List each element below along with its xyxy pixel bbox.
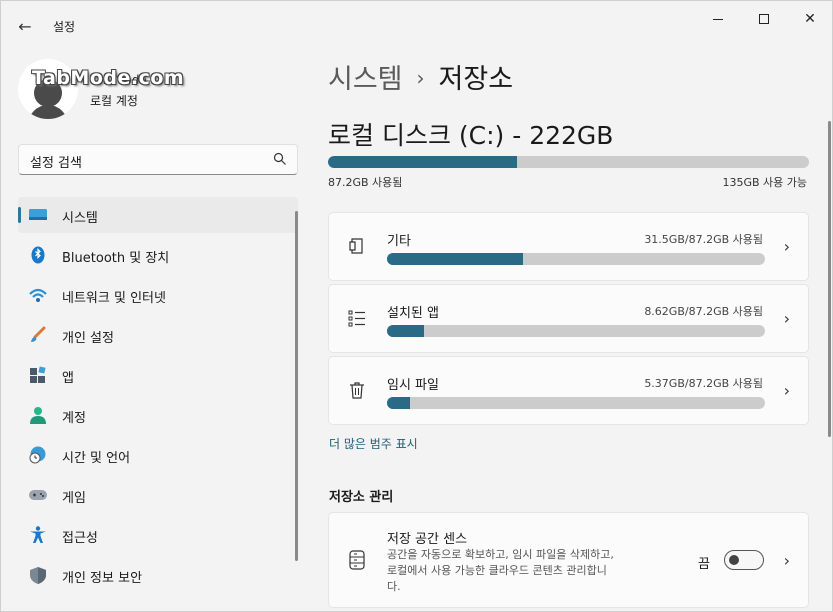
page-title: 저장소 [438,64,514,95]
sidebar-item-time-language[interactable]: 시간 및 언어 [18,437,298,473]
monitor-icon [29,209,47,220]
avatar-shoulder-icon [28,105,68,119]
storage-sense-toggle-label: 끔 [698,557,710,572]
storage-sense-card[interactable]: 저장 공간 센스 공간을 자동으로 확보하고, 임시 파일을 삭제하고, 로컬에… [328,512,809,608]
category-usage: 5.37GB/87.2GB 사용됨 [644,377,763,390]
chevron-right-icon: › [783,381,790,400]
brush-icon [31,326,46,342]
sidebar-item-label: 시간 및 언어 [62,451,131,466]
back-arrow-icon: ← [18,16,32,36]
chevron-right-icon: › [783,551,790,570]
active-indicator [18,207,21,223]
maximize-button[interactable] [741,7,787,31]
sidebar-item-personalization[interactable]: 개인 설정 [18,317,298,353]
maximize-icon [759,14,769,24]
close-button[interactable]: ✕ [787,7,833,31]
gamepad-icon [29,490,47,500]
disk-title: 로컬 디스크 (C:) - 222GB [328,121,614,150]
breadcrumb-parent[interactable]: 시스템 [328,64,403,95]
sidebar-item-privacy-security[interactable]: 개인 정보 보안 [18,557,298,593]
storage-sense-title: 저장 공간 센스 [387,532,468,547]
disk-used-label: 87.2GB 사용됨 [328,176,403,189]
sidebar-item-label: 개인 정보 보안 [62,571,143,586]
disk-usage-fill [328,156,518,168]
sidebar-item-label: 앱 [62,371,74,386]
sidebar-item-label: 계정 [62,411,86,426]
category-usage-bar [387,253,765,265]
category-title: 기타 [387,234,411,249]
category-usage-fill [387,253,524,265]
chevron-right-icon: › [783,237,790,256]
chevron-right-icon: › [783,309,790,328]
category-card-temp-files[interactable]: 임시 파일 5.37GB/87.2GB 사용됨 › [328,356,809,425]
sidebar-item-gaming[interactable]: 게임 [18,477,298,513]
sidebar-item-bluetooth[interactable]: Bluetooth 및 장치 [18,237,298,273]
category-card-other[interactable]: 기타 31.5GB/87.2GB 사용됨 › [328,212,809,281]
sidebar-item-label: 시스템 [62,211,98,226]
storage-sense-toggle[interactable] [724,550,764,570]
sidebar-item-accounts[interactable]: 계정 [18,397,298,433]
settings-window: ← 설정 ✕ Tab.Mode 로컬 계정 TabMode.com 설정 검색 [0,0,833,612]
sidebar-item-label: 네트워크 및 인터넷 [62,291,166,306]
category-title: 설치된 앱 [387,306,439,321]
wifi-icon [29,288,47,302]
bluetooth-icon [31,246,45,264]
globe-clock-icon [29,446,46,464]
main-scrollbar[interactable] [828,121,831,437]
watermark-logo: TabMode.com [32,67,185,89]
shield-icon [30,567,46,584]
sidebar-item-apps[interactable]: 앱 [18,357,298,393]
storage-management-heading: 저장소 관리 [329,490,394,505]
sidebar-item-label: Bluetooth 및 장치 [62,251,170,266]
close-icon: ✕ [804,11,816,27]
sidebar-item-network[interactable]: 네트워크 및 인터넷 [18,277,298,313]
toggle-knob [729,555,739,565]
category-usage-bar [387,325,765,337]
category-title: 임시 파일 [387,378,439,393]
app-title: 설정 [53,20,76,34]
category-usage-bar [387,397,765,409]
category-usage-fill [387,325,425,337]
category-usage: 31.5GB/87.2GB 사용됨 [644,233,763,246]
breadcrumb-separator-icon: › [416,66,425,90]
category-card-installed-apps[interactable]: 설치된 앱 8.62GB/87.2GB 사용됨 › [328,284,809,353]
list-icon [348,310,365,327]
document-icon [349,238,363,254]
storage-sense-description: 공간을 자동으로 확보하고, 임시 파일을 삭제하고, 로컬에서 사용 가능한 … [387,548,614,593]
disk-free-label: 135GB 사용 가능 [722,176,807,189]
breadcrumb: 시스템 › 저장소 [328,57,513,96]
sidebar-item-system[interactable]: 시스템 [18,197,298,233]
search-box[interactable]: 설정 검색 [18,144,298,175]
storage-drive-icon [349,550,365,570]
apps-icon [30,366,46,383]
minimize-button[interactable] [695,7,741,31]
minimize-icon [713,18,723,20]
sidebar-scrollbar[interactable] [295,211,298,561]
person-icon [30,407,46,424]
user-profile[interactable]: Tab.Mode 로컬 계정 TabMode.com [18,59,298,119]
disk-usage-bar [328,156,809,168]
title-bar: ← 설정 ✕ [1,1,832,49]
search-icon [273,152,286,165]
profile-account-type: 로컬 계정 [90,94,138,108]
show-more-categories-link[interactable]: 더 많은 범주 표시 [329,435,418,452]
search-input[interactable]: 설정 검색 [30,152,82,171]
sidebar-item-label: 개인 설정 [62,331,114,346]
back-button[interactable]: ← [11,13,39,39]
sidebar-item-label: 게임 [62,491,86,506]
trash-icon [350,382,364,399]
sidebar-item-accessibility[interactable]: 접근성 [18,517,298,553]
sidebar-item-label: 접근성 [62,531,98,546]
accessibility-icon [30,526,46,543]
sidebar-nav: 시스템 Bluetooth 및 장치 네트워크 및 인터넷 개인 설정 앱 계정… [18,197,298,597]
category-usage-fill [387,397,411,409]
category-usage: 8.62GB/87.2GB 사용됨 [644,305,763,318]
